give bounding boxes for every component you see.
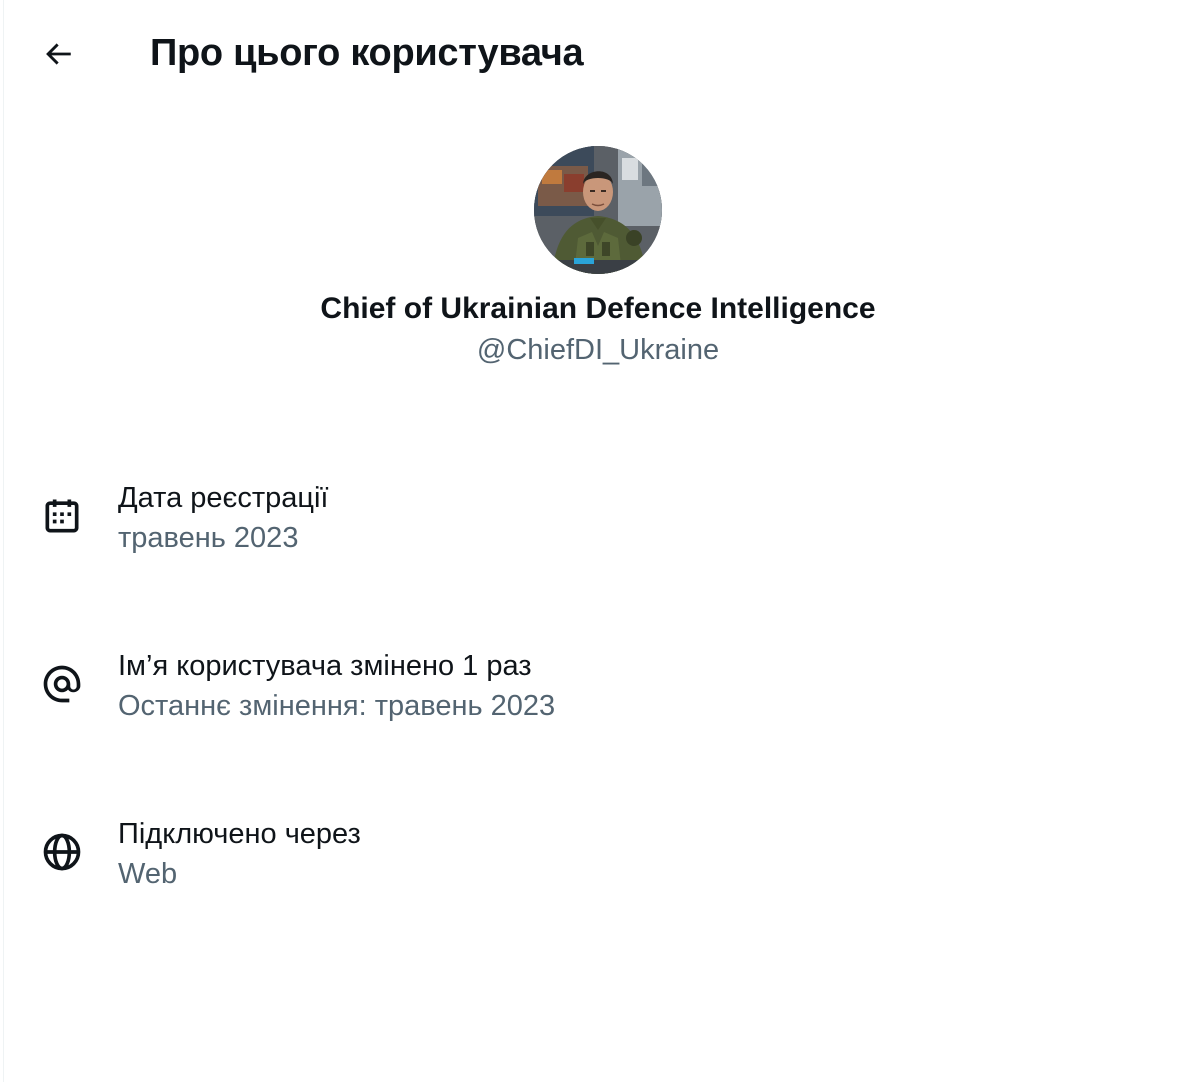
back-button[interactable] xyxy=(30,28,86,80)
connected-via-label: Підключено через xyxy=(118,818,361,850)
calendar-icon xyxy=(40,494,84,538)
info-row-registration-date: Дата реєстрації травень 2023 xyxy=(0,480,1196,570)
username-changes-value: Останнє змінення: травень 2023 xyxy=(118,690,556,722)
avatar[interactable] xyxy=(534,146,662,274)
info-text: Підключено через Web xyxy=(118,816,361,892)
info-row-username-changes: Ім’я користувача змінено 1 раз Останнє з… xyxy=(0,648,1196,738)
arrow-left-icon xyxy=(41,37,75,71)
info-row-connected-via: Підключено через Web xyxy=(0,816,1196,906)
profile-section: Chief of Ukrainian Defence Intelligence … xyxy=(0,146,1196,368)
display-name: Chief of Ukrainian Defence Intelligence xyxy=(320,292,876,325)
info-text: Дата реєстрації травень 2023 xyxy=(118,480,328,556)
username-changes-label: Ім’я користувача змінено 1 раз xyxy=(118,650,532,682)
globe-icon xyxy=(40,830,84,874)
connected-via-value: Web xyxy=(118,858,178,890)
info-text: Ім’я користувача змінено 1 раз Останнє з… xyxy=(118,648,555,724)
registration-date-label: Дата реєстрації xyxy=(118,482,329,514)
page-header: Про цього користувача xyxy=(0,0,1196,108)
user-handle: @ChiefDI_Ukraine xyxy=(476,334,720,366)
at-sign-icon xyxy=(40,662,84,706)
page-title: Про цього користувача xyxy=(150,32,584,74)
registration-date-value: травень 2023 xyxy=(118,522,299,554)
